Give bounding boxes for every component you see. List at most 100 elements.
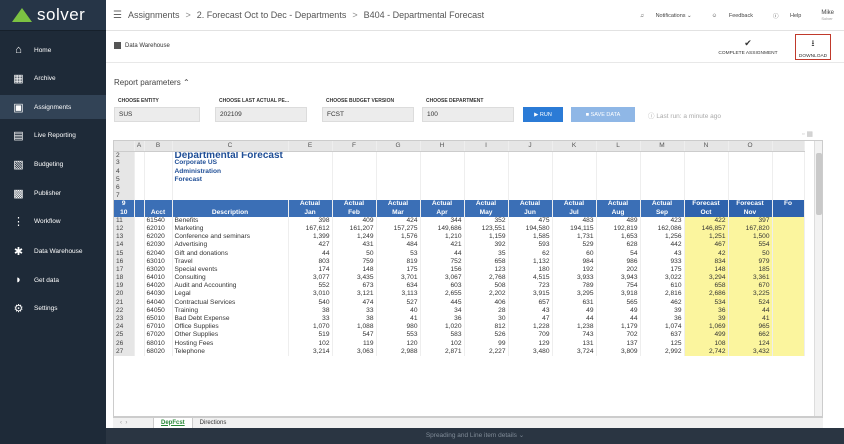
description-cell[interactable]: Contractual Services (172, 298, 289, 307)
actual-value-cell[interactable]: 44 (288, 249, 333, 258)
actual-value-cell[interactable]: 519 (288, 331, 333, 340)
cell[interactable] (376, 192, 421, 201)
actual-value-cell[interactable]: 99 (464, 339, 509, 348)
month-header[interactable]: Feb (332, 208, 377, 217)
cell[interactable] (552, 175, 597, 184)
actual-value-cell[interactable]: 628 (596, 241, 641, 250)
actual-value-cell[interactable]: 634 (376, 282, 421, 291)
cell[interactable] (508, 175, 553, 184)
actual-value-cell[interactable]: 593 (508, 241, 553, 250)
actual-value-cell[interactable]: 483 (552, 216, 597, 225)
cell[interactable] (134, 167, 145, 176)
cell[interactable] (596, 151, 641, 160)
cell[interactable] (134, 323, 145, 332)
cell[interactable] (464, 151, 509, 160)
cell[interactable] (508, 183, 553, 193)
cell[interactable] (772, 151, 805, 160)
actual-value-cell[interactable]: 3,809 (596, 347, 641, 356)
menu-icon[interactable]: ☰ (113, 10, 122, 21)
row-number[interactable]: 3 (114, 159, 135, 168)
forecast-input-cell[interactable] (772, 265, 805, 274)
description-cell[interactable]: Travel (172, 257, 289, 266)
description-cell[interactable]: Hosting Fees (172, 339, 289, 348)
actual-value-cell[interactable]: 49 (552, 306, 597, 315)
complete-assignment-button[interactable]: ✔ Complete Assignment (709, 34, 787, 60)
column-header-type[interactable]: Actual (420, 200, 465, 209)
cell[interactable] (640, 175, 685, 184)
forecast-input-cell[interactable] (772, 241, 805, 250)
cell[interactable] (728, 192, 773, 201)
actual-value-cell[interactable]: 986 (596, 257, 641, 266)
actual-value-cell[interactable]: 102 (420, 339, 465, 348)
description-cell[interactable]: Benefits (172, 216, 289, 225)
column-header[interactable]: J (508, 141, 553, 152)
forecast-input-cell[interactable]: 3,432 (728, 347, 773, 356)
actual-value-cell[interactable]: 702 (596, 331, 641, 340)
forecast-input-cell[interactable]: 44 (728, 306, 773, 315)
row-number[interactable]: 15 (114, 249, 135, 258)
actual-value-cell[interactable]: 131 (552, 339, 597, 348)
actual-value-cell[interactable]: 1,585 (508, 232, 553, 242)
actual-value-cell[interactable]: 637 (640, 331, 685, 340)
forecast-input-cell[interactable]: 2,742 (684, 347, 729, 356)
actual-value-cell[interactable]: 192 (552, 265, 597, 274)
actual-value-cell[interactable]: 2,202 (464, 290, 509, 299)
tab-directions[interactable]: Directions (193, 418, 234, 429)
cell[interactable] (134, 151, 145, 160)
row-number[interactable]: 19 (114, 282, 135, 291)
spreading-details-bar[interactable]: Spreading and Line item details ⌄ (106, 428, 844, 444)
acct-cell[interactable]: 67020 (144, 331, 173, 340)
cell[interactable] (640, 167, 685, 176)
actual-value-cell[interactable]: 43 (508, 306, 553, 315)
report-title-cell[interactable]: Corporate US (172, 159, 333, 168)
acct-header[interactable]: Acct (144, 208, 173, 217)
sidebar-item-workflow[interactable]: ⋮ Workflow (0, 209, 106, 233)
actual-value-cell[interactable]: 2,768 (464, 273, 509, 283)
report-parameters-toggle[interactable]: Report parameters ⌃ (114, 78, 190, 87)
row-number[interactable]: 26 (114, 339, 135, 348)
cell[interactable] (420, 151, 465, 160)
acct-cell[interactable]: 68010 (144, 339, 173, 348)
column-header-type[interactable]: Actual (376, 200, 421, 209)
forecast-input-cell[interactable] (772, 282, 805, 291)
actual-value-cell[interactable]: 1,070 (288, 323, 333, 332)
cell[interactable] (376, 175, 421, 184)
acct-cell[interactable]: 68020 (144, 347, 173, 356)
month-header[interactable]: Mar (376, 208, 421, 217)
actual-value-cell[interactable]: 424 (376, 216, 421, 225)
actual-value-cell[interactable]: 421 (420, 241, 465, 250)
actual-value-cell[interactable]: 41 (376, 314, 421, 324)
row-number[interactable]: 6 (114, 183, 135, 193)
cell[interactable] (552, 183, 597, 193)
row-number[interactable]: 9 (114, 200, 135, 209)
actual-value-cell[interactable]: 984 (552, 257, 597, 266)
cell[interactable] (134, 257, 145, 266)
cell[interactable] (728, 175, 773, 184)
forecast-input-cell[interactable]: 658 (684, 282, 729, 291)
forecast-input-cell[interactable]: 167,820 (728, 224, 773, 233)
scroll-thumb[interactable] (816, 153, 822, 215)
actual-value-cell[interactable]: 54 (596, 249, 641, 258)
actual-value-cell[interactable]: 62 (508, 249, 553, 258)
cell[interactable] (134, 282, 145, 291)
actual-value-cell[interactable]: 508 (464, 282, 509, 291)
cell[interactable] (596, 159, 641, 168)
actual-value-cell[interactable]: 553 (376, 331, 421, 340)
actual-value-cell[interactable]: 60 (552, 249, 597, 258)
report-title-cell[interactable]: Forecast (172, 175, 333, 184)
actual-value-cell[interactable]: 194,580 (508, 224, 553, 233)
actual-value-cell[interactable]: 125 (640, 339, 685, 348)
actual-value-cell[interactable]: 1,020 (420, 323, 465, 332)
forecast-input-cell[interactable] (772, 224, 805, 233)
cell[interactable] (134, 241, 145, 250)
actual-value-cell[interactable]: 540 (288, 298, 333, 307)
forecast-input-cell[interactable]: 662 (728, 331, 773, 340)
actual-value-cell[interactable]: 812 (464, 323, 509, 332)
acct-cell[interactable]: 64050 (144, 306, 173, 315)
sidebar-item-home[interactable]: ⌂ Home (0, 38, 106, 62)
month-header[interactable]: May (464, 208, 509, 217)
cell[interactable] (376, 151, 421, 160)
cell[interactable] (420, 183, 465, 193)
actual-value-cell[interactable]: 1,210 (420, 232, 465, 242)
forecast-input-cell[interactable]: 39 (684, 314, 729, 324)
